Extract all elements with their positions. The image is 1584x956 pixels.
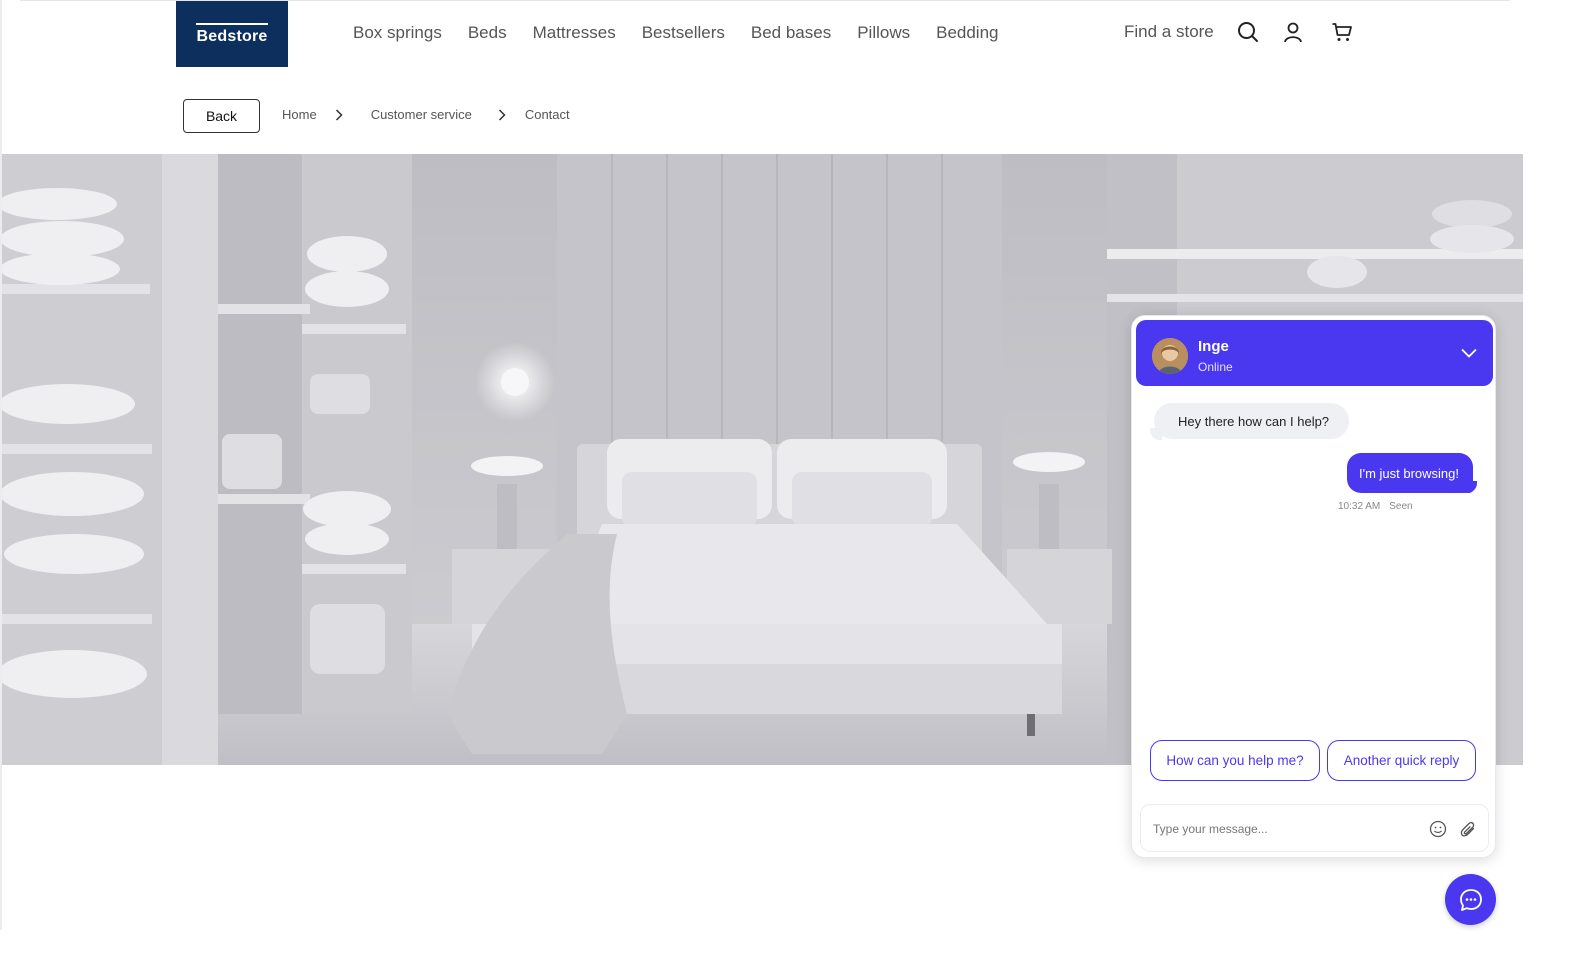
logo-bar <box>196 22 268 25</box>
bedstore-logo[interactable]: Bedstore <box>176 1 288 67</box>
nav-bed-bases[interactable]: Bed bases <box>738 22 844 44</box>
nav-pillows[interactable]: Pillows <box>844 22 923 44</box>
back-button[interactable]: Back <box>183 99 260 133</box>
chevron-right-icon <box>333 108 345 122</box>
chat-bubble-icon <box>1459 888 1482 911</box>
agent-status: Online <box>1198 360 1233 374</box>
chat-launcher-button[interactable] <box>1445 874 1496 925</box>
breadcrumb-customer-service[interactable]: Customer service <box>371 106 472 124</box>
search-icon[interactable] <box>1236 20 1260 44</box>
agent-name: Inge <box>1198 338 1229 355</box>
cart-icon[interactable] <box>1330 20 1354 44</box>
find-store-link[interactable]: Find a store <box>1124 20 1214 44</box>
message-time: 10:32 AM <box>1338 501 1381 512</box>
user-icon[interactable] <box>1281 20 1305 44</box>
message-meta: 10:32 AM Seen <box>1338 501 1413 512</box>
chevron-down-icon[interactable] <box>1459 343 1479 363</box>
nav-mattresses[interactable]: Mattresses <box>520 22 629 44</box>
user-message: I'm just browsing! <box>1346 453 1473 493</box>
chat-header: Inge Online <box>1136 320 1493 386</box>
message-input[interactable] <box>1153 817 1423 841</box>
message-status: Seen <box>1389 501 1413 512</box>
chat-widget: Inge Online Hey there how can I help? I'… <box>1131 315 1496 858</box>
chevron-right-icon <box>496 108 508 122</box>
message-composer <box>1140 804 1489 852</box>
header-actions: Find a store <box>1124 20 1354 44</box>
paperclip-icon[interactable] <box>1459 820 1477 838</box>
agent-message: Hey there how can I help? <box>1154 403 1350 439</box>
breadcrumb-contact: Contact <box>524 107 570 122</box>
logo-text: Bedstore <box>196 27 268 45</box>
breadcrumb: Home Customer service Contact <box>282 106 570 124</box>
quick-reply-button[interactable]: Another quick reply <box>1327 740 1476 781</box>
nav-bestsellers[interactable]: Bestsellers <box>629 22 738 44</box>
main-nav: Box springs Beds Mattresses Bestsellers … <box>340 22 1012 44</box>
emoji-icon[interactable] <box>1429 820 1447 838</box>
nav-box-springs[interactable]: Box springs <box>340 22 455 44</box>
nav-bedding[interactable]: Bedding <box>923 22 1011 44</box>
quick-reply-button[interactable]: How can you help me? <box>1150 740 1320 781</box>
agent-avatar <box>1152 338 1188 374</box>
breadcrumb-home[interactable]: Home <box>282 106 317 124</box>
nav-beds[interactable]: Beds <box>455 22 520 44</box>
